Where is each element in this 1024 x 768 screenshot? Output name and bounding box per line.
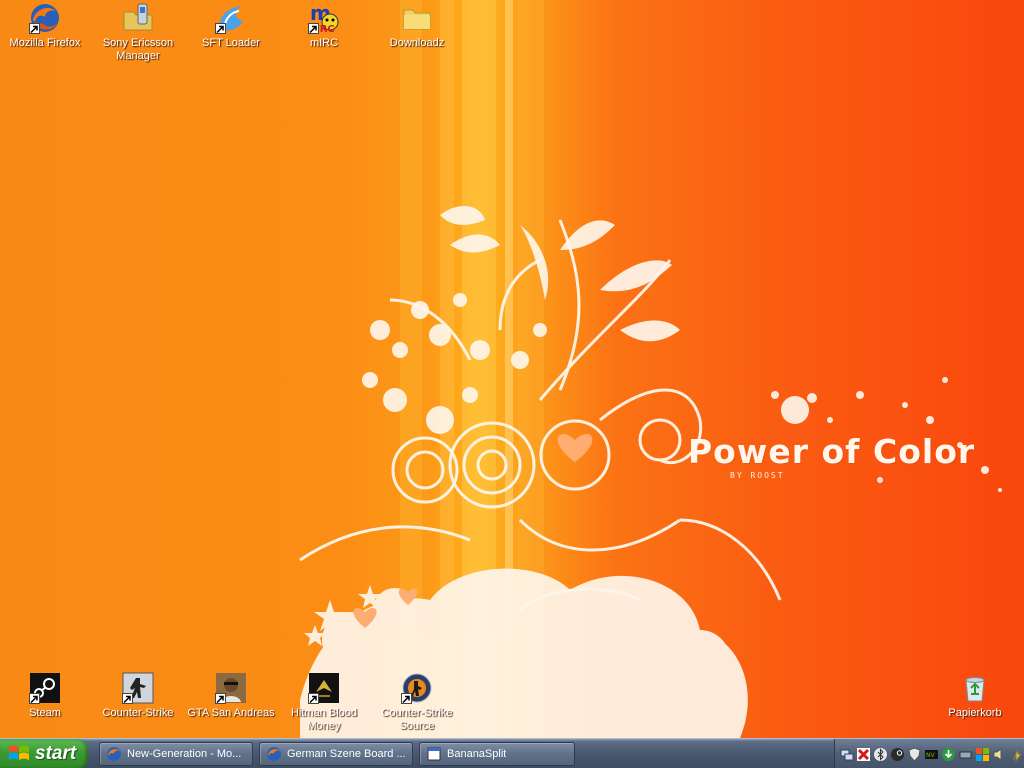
antivirus-icon[interactable] xyxy=(856,747,871,762)
volume-icon[interactable] xyxy=(992,747,1007,762)
system-tray: NV xyxy=(834,739,1024,768)
shortcut-arrow-icon xyxy=(308,23,319,34)
shortcut-arrow-icon xyxy=(122,693,133,704)
safely-remove-icon[interactable] xyxy=(958,747,973,762)
network-icon[interactable] xyxy=(839,747,854,762)
taskbar-button-title: New-Generation - Mo... xyxy=(127,748,242,760)
windows-logo-icon xyxy=(9,745,29,760)
desktop-icon-gta-san-andreas[interactable]: GTA San Andreas xyxy=(185,672,277,720)
battery-icon[interactable] xyxy=(1009,747,1024,762)
downloader-icon[interactable] xyxy=(941,747,956,762)
steam-icon xyxy=(29,672,61,704)
shortcut-arrow-icon xyxy=(29,23,40,34)
hitman-icon xyxy=(308,672,340,704)
shortcut-arrow-icon xyxy=(308,693,319,704)
firefox-icon xyxy=(267,747,281,761)
desktop-icon-counter-strike[interactable]: Counter-Strike xyxy=(92,672,184,720)
desktop[interactable]: Power of Color BY ROOST Mozilla Firefox … xyxy=(0,0,1024,738)
desktop-icon-steam[interactable]: Steam xyxy=(0,672,91,720)
security-shield-icon[interactable] xyxy=(907,746,922,762)
start-label: start xyxy=(35,743,77,764)
desktop-icon-downloadz[interactable]: Downloadz xyxy=(371,2,463,50)
wallpaper-floral-art xyxy=(299,205,1002,738)
svg-text:NV: NV xyxy=(926,752,935,759)
desktop-icon-firefox[interactable]: Mozilla Firefox xyxy=(0,2,91,50)
shortcut-arrow-icon xyxy=(215,693,226,704)
cs-source-icon xyxy=(401,672,433,704)
desktop-icon-hitman-blood-money[interactable]: Hitman Blood Money xyxy=(278,672,370,733)
update-icon[interactable] xyxy=(975,747,990,762)
desktop-icon-label: Papierkorb xyxy=(948,707,1002,719)
desktop-icon-sony-ericsson-manager[interactable]: Sony Ericsson Manager xyxy=(92,2,184,63)
desktop-icon-mirc[interactable]: m IRC mIRC xyxy=(278,2,370,50)
taskbar-button-bananasplit[interactable]: BananaSplit xyxy=(419,742,575,766)
steam-tray-icon[interactable] xyxy=(890,747,905,762)
folder-icon xyxy=(401,2,433,34)
desktop-icon-label: Mozilla Firefox xyxy=(9,37,81,49)
shortcut-arrow-icon xyxy=(215,23,226,34)
nvidia-icon[interactable]: NV xyxy=(924,747,939,762)
desktop-icon-papierkorb[interactable]: Papierkorb xyxy=(929,672,1021,720)
recycle-bin-icon xyxy=(959,672,991,704)
phone-folder-icon xyxy=(122,2,154,34)
shortcut-arrow-icon xyxy=(29,693,40,704)
shortcut-arrow-icon xyxy=(401,693,412,704)
wallpaper-subtitle: BY ROOST xyxy=(730,471,785,480)
desktop-icon-label: Counter-Strike Source xyxy=(381,707,453,732)
mirc-icon: m IRC xyxy=(308,2,340,34)
sft-loader-icon xyxy=(215,2,247,34)
desktop-icon-label: Downloadz xyxy=(389,37,445,49)
taskbar-button-title: German Szene Board ... xyxy=(287,748,406,760)
desktop-icon-label: SFT Loader xyxy=(202,37,260,49)
desktop-icon-label: Sony Ericsson Manager xyxy=(102,37,174,62)
counter-strike-icon xyxy=(122,672,154,704)
taskbar: start New-Generation - Mo... German Szen… xyxy=(0,738,1024,768)
desktop-icon-label: Hitman Blood Money xyxy=(290,707,358,732)
firefox-icon xyxy=(107,747,121,761)
desktop-icon-label: Counter-Strike xyxy=(102,707,174,719)
desktop-icon-label: GTA San Andreas xyxy=(187,707,275,719)
gta-icon xyxy=(215,672,247,704)
taskbar-button-german-szene-board[interactable]: German Szene Board ... xyxy=(259,742,413,766)
taskbar-button-title: BananaSplit xyxy=(447,748,507,760)
desktop-icon-counter-strike-source[interactable]: Counter-Strike Source xyxy=(371,672,463,733)
start-button[interactable]: start xyxy=(0,739,88,768)
bluetooth-icon[interactable] xyxy=(873,747,888,762)
taskbar-button-new-generation[interactable]: New-Generation - Mo... xyxy=(99,742,253,766)
window-icon xyxy=(427,747,441,761)
wallpaper-title: Power of Color xyxy=(688,432,976,471)
firefox-icon xyxy=(29,2,61,34)
desktop-icon-sft-loader[interactable]: SFT Loader xyxy=(185,2,277,50)
